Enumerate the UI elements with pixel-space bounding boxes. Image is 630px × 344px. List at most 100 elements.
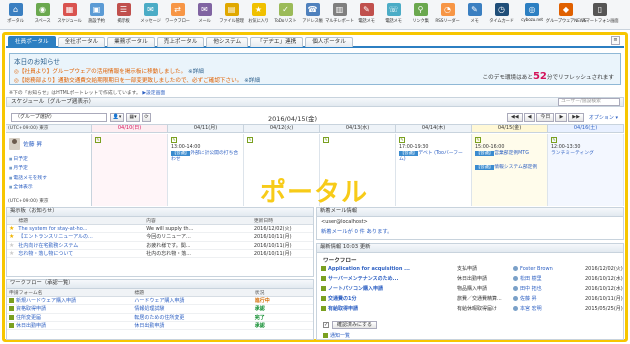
update-user[interactable]: 松田 樹里 [513, 275, 542, 284]
confirm-button[interactable]: 確認済みにする [332, 321, 378, 329]
tab-5[interactable]: 「デヂエ」連携 [250, 37, 304, 47]
table-row[interactable]: ★ 【エントランスリニューアルの... 今回のリニューア... 2016/10/11(… [7, 232, 313, 242]
day-cell[interactable]: ✎ 15:00-16:00 【会議】営業部定例MTG 【会議】情報システム部定例 [472, 134, 548, 206]
app-address[interactable]: ☎ アドレス帳 [299, 0, 326, 30]
app-smartphone[interactable]: ▯ スマートフォン画面 [582, 0, 619, 30]
update-title[interactable]: 有給取得申請 [321, 305, 358, 314]
table-row[interactable]: 休日出勤申請 休日出勤申請 承認 [7, 321, 313, 331]
app-favorite[interactable]: ★ お気に入り [245, 0, 272, 30]
schedule-event[interactable]: 13:00-14:00 【会議】外部に計公開の打ち合わせ [171, 145, 239, 164]
event-title[interactable]: 営業部定例MTG [494, 151, 529, 156]
user-link[interactable]: 電話メモを残す [9, 174, 47, 183]
update-user[interactable]: 田中 拓也 [513, 285, 542, 294]
app-schedule[interactable]: ▦ スケジュール [56, 0, 83, 30]
update-user[interactable]: 本宮 宏明 [513, 305, 542, 314]
user-link[interactable]: 日予定 [9, 155, 47, 164]
app-mail[interactable]: ✉ メール [191, 0, 218, 30]
user-facility-search-input[interactable]: ユーザー/施設検索 [558, 98, 620, 106]
new-mail-count[interactable]: 新着メールが 0 件 あります。 [317, 227, 623, 235]
workflow-subject-cell[interactable]: ハードウェア購入申請 [132, 296, 253, 306]
tab-4[interactable]: 他システム [206, 37, 249, 47]
date-nav-button[interactable]: ◀ [523, 113, 536, 122]
user-link[interactable]: 全体表示 [9, 183, 47, 192]
update-title[interactable]: ノートパソコン購入申請 [321, 285, 383, 294]
user-name[interactable]: 佐藤 昇 [23, 139, 42, 148]
update-user[interactable]: Foster Brown [513, 265, 553, 274]
star-icon[interactable]: ★ [9, 225, 14, 232]
group-select[interactable]: （グループ選択） [11, 113, 107, 122]
update-row[interactable]: 有給取得申請 有給休暇取得届け 本宮 宏明 2015/05/25(月) [317, 305, 623, 314]
star-icon[interactable]: ★ [9, 242, 14, 249]
table-row[interactable]: 住所変更届 転居のための住所変更 完了 [7, 313, 313, 322]
update-title[interactable]: Application for acquisition ... [321, 265, 410, 274]
schedule-event[interactable]: 15:00-16:00 【会議】営業部定例MTG [475, 145, 543, 157]
day-cell[interactable]: ✎ [92, 134, 168, 206]
app-timecard[interactable]: ◷ タイムカード [488, 0, 515, 30]
day-cell[interactable]: ✎ 17:00-19:30 【会議】デベト (Tooバーフーム) [396, 134, 472, 206]
tab-6[interactable]: 個人ポータル [305, 37, 353, 47]
workflow-form-cell[interactable]: 新規ハードウェア購入申請 [7, 296, 133, 306]
add-schedule-icon[interactable]: ✎ [399, 137, 405, 143]
workflow-form-cell[interactable]: 住所変更届 [7, 313, 133, 322]
event-title[interactable]: 情報システム部定例 [494, 165, 537, 170]
app-portal[interactable]: ⌂ ポータル [2, 0, 29, 30]
app-memo[interactable]: ✎ メモ [461, 0, 488, 30]
schedule-event[interactable]: 12:00-13:30 ランチミーティング [551, 145, 619, 157]
workflow-subject-cell[interactable]: 転居のための住所変更 [132, 313, 253, 322]
day-cell[interactable]: ✎ [244, 134, 320, 206]
user-link[interactable]: 月予定 [9, 164, 47, 173]
table-row[interactable]: ★ 社内向け在宅勤務システム お疲れ様です。関... 2016/10/11(月) [7, 241, 313, 250]
date-nav-button[interactable]: ▶▶ [568, 113, 584, 122]
refresh-icon[interactable]: ⟳ [142, 113, 151, 122]
update-row[interactable]: 交通費の1分 旅費／交通費精算... 佐藤 昇 2016/10/11(月) [317, 295, 623, 304]
add-schedule-icon[interactable]: ✎ [323, 137, 329, 143]
options-link[interactable]: オプション ▾ [589, 114, 618, 121]
notice-line-1-detail-link[interactable]: ※詳細 [188, 69, 204, 75]
tab-3[interactable]: 売上ポータル [156, 37, 205, 47]
app-workflow[interactable]: ⇄ ワークフロー [164, 0, 191, 30]
notice-list-link[interactable]: 通知一覧 [323, 332, 350, 339]
app-rss[interactable]: ◔ RSSリーダー [434, 0, 461, 30]
check-icon[interactable]: ✓ [323, 322, 329, 328]
app-phone[interactable]: ☏ 電話メモ [380, 0, 407, 30]
app-bulletin[interactable]: ☰ 掲示板 [110, 0, 137, 30]
update-user[interactable]: 佐藤 昇 [513, 295, 537, 304]
user-select-icon[interactable]: 👤▾ [110, 113, 124, 122]
add-schedule-icon[interactable]: ✎ [551, 137, 557, 143]
settings-link[interactable]: ▶設定画面 [142, 91, 165, 96]
date-nav-button[interactable]: 今日 [536, 113, 555, 122]
app-report[interactable]: ▥ マルチレポート [325, 0, 354, 30]
table-row[interactable]: ★ 忘れ物・落し物について 社内の忘れ物・落... 2016/10/11(月) [7, 249, 313, 259]
workflow-form-cell[interactable]: 資格取得申請 [7, 304, 133, 314]
update-row[interactable]: サーバーメンテナンスのため... 休日出勤申請 松田 樹里 2016/10/12(水) [317, 275, 623, 284]
update-row[interactable]: Application for acquisition ... 支払申請 Foste… [317, 265, 623, 274]
app-space[interactable]: ◉ スペース [29, 0, 56, 30]
date-nav-button[interactable]: ▶ [555, 113, 568, 122]
app-todo[interactable]: ✓ ToDoリスト [272, 0, 299, 30]
app-message[interactable]: ✉ メッセージ [137, 0, 164, 30]
app-cybozu[interactable]: ◎ cybozu.net [515, 0, 549, 30]
star-icon[interactable]: ★ [9, 250, 14, 257]
event-title[interactable]: ランチミーティング [551, 151, 594, 156]
tab-2[interactable]: 業務ポータル [107, 37, 155, 47]
notice-line-2-detail-link[interactable]: ※詳細 [244, 78, 260, 84]
add-schedule-icon[interactable]: ✎ [171, 137, 177, 143]
app-link[interactable]: ⚲ リンク集 [407, 0, 434, 30]
date-nav-button[interactable]: ◀◀ [506, 113, 523, 122]
tab-1[interactable]: 全社ポータル [57, 37, 106, 47]
table-row[interactable]: 新規ハードウェア購入申請 ハードウェア購入申請 進行中 [7, 296, 313, 306]
tab-menu-icon[interactable]: ≡ [611, 36, 620, 45]
view-select-icon[interactable]: ▦▾ [126, 113, 140, 122]
workflow-subject-cell[interactable]: 休日出勤申請 [132, 321, 253, 331]
schedule-event[interactable]: 【会議】情報システム部定例 [475, 165, 543, 171]
workflow-subject-cell[interactable]: 情報処理試験 [132, 304, 253, 314]
app-phone-memo[interactable]: ✎ 電話メモ [353, 0, 380, 30]
bulletin-title-cell[interactable]: 社内向け在宅勤務システム [16, 241, 145, 250]
bulletin-title-cell[interactable]: The system for stay-at-ho... [16, 224, 145, 234]
add-schedule-icon[interactable]: ✎ [95, 137, 101, 143]
table-row[interactable]: 資格取得申請 情報処理試験 承認 [7, 304, 313, 314]
day-cell[interactable]: ✎ [320, 134, 396, 206]
add-schedule-icon[interactable]: ✎ [247, 137, 253, 143]
app-file[interactable]: ▤ ファイル管理 [218, 0, 245, 30]
update-title[interactable]: サーバーメンテナンスのため... [321, 275, 398, 284]
